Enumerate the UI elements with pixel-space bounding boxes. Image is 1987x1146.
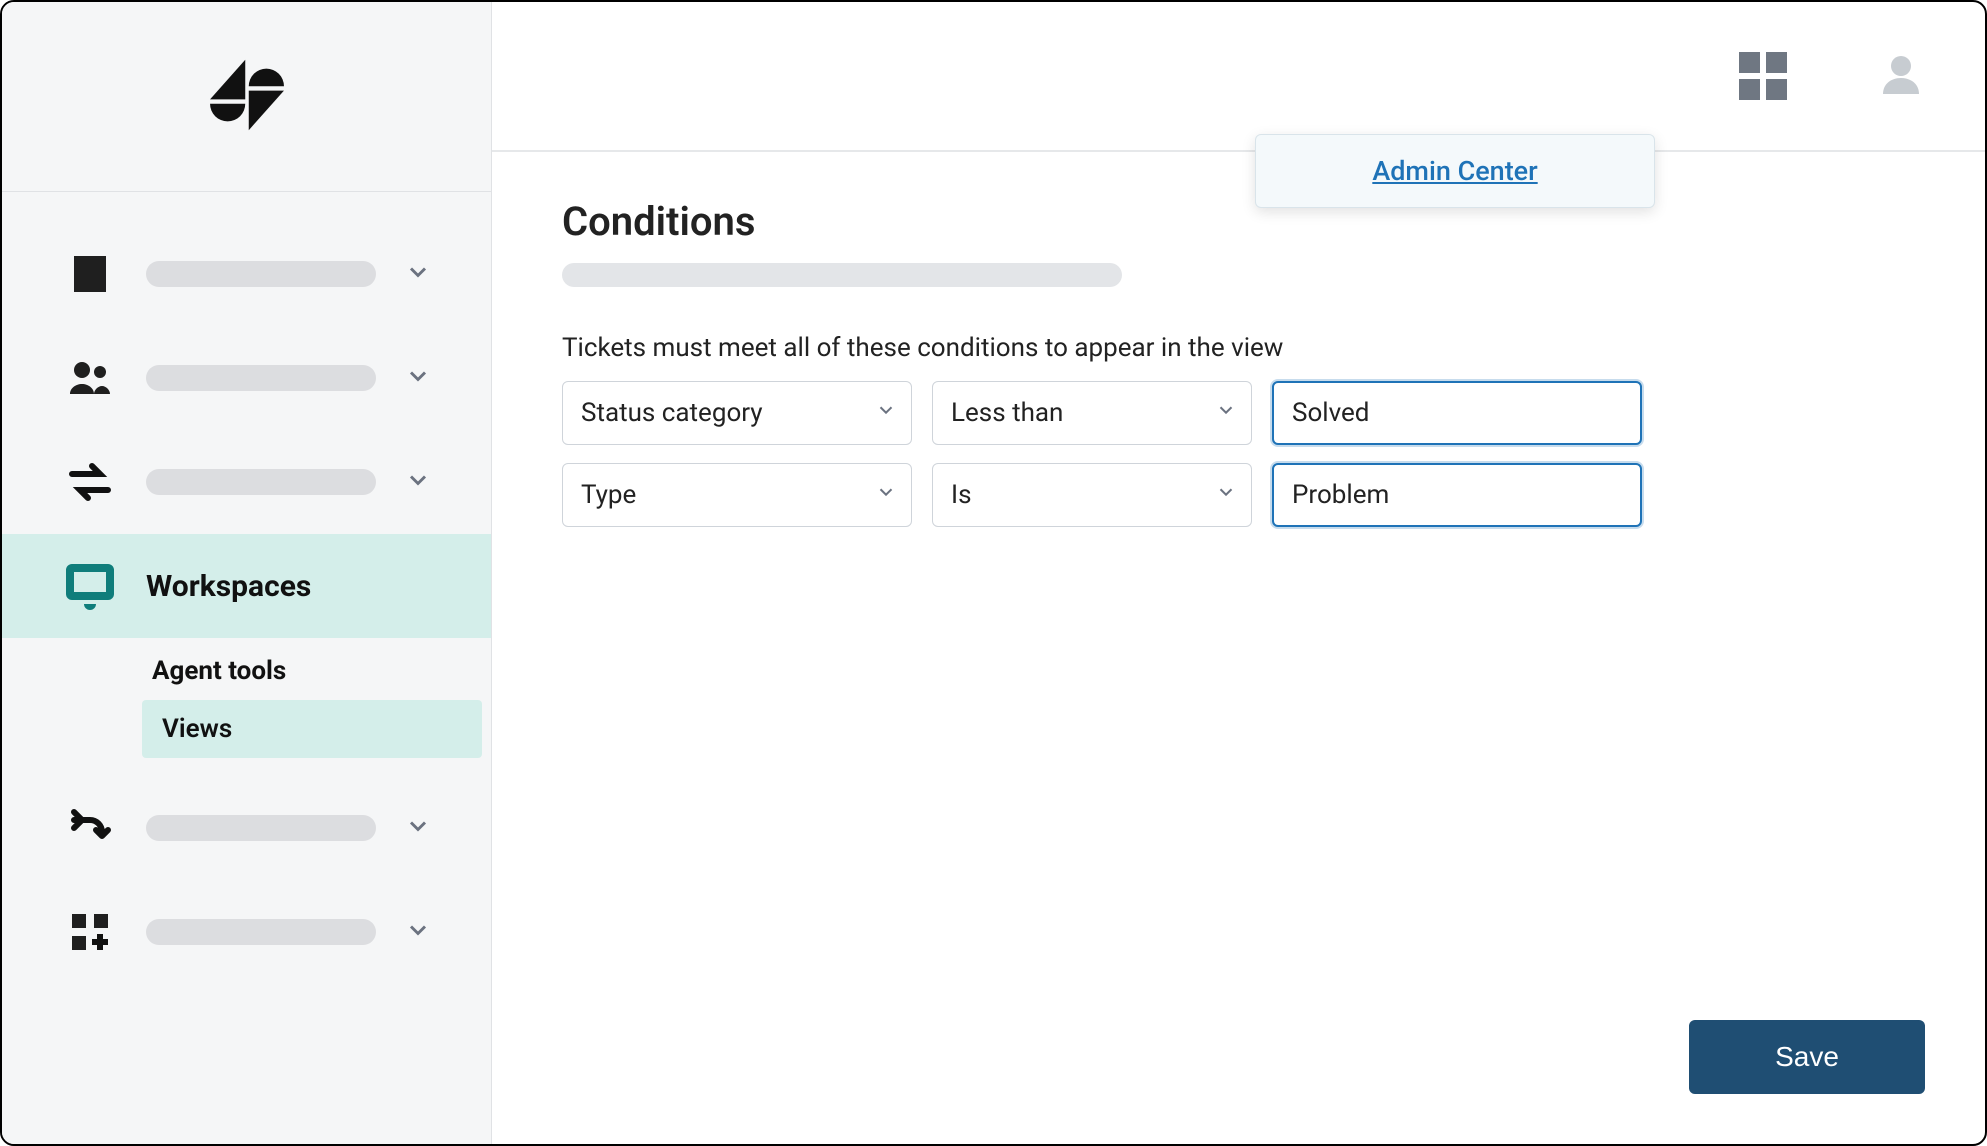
- sidebar-item-label: Workspaces: [146, 569, 461, 604]
- sidebar-item-workspaces[interactable]: Workspaces: [2, 534, 491, 638]
- placeholder-label: [146, 365, 376, 391]
- select-value: Type: [581, 480, 636, 510]
- chevron-down-icon: [404, 466, 432, 498]
- condition-operator-select[interactable]: Less than: [932, 381, 1252, 445]
- routing-icon: [62, 804, 118, 852]
- apps-add-icon: [62, 908, 118, 956]
- sidebar-item-people[interactable]: [2, 326, 491, 430]
- condition-value-select[interactable]: Solved: [1272, 381, 1642, 445]
- condition-field-select[interactable]: Status category: [562, 381, 912, 445]
- conditions-help-text: Tickets must meet all of these condition…: [562, 333, 1915, 363]
- monitor-icon: [62, 562, 118, 610]
- subnav-views[interactable]: Views: [142, 700, 482, 758]
- select-value: Is: [951, 480, 972, 510]
- chevron-down-icon: [404, 362, 432, 394]
- sidebar-item-routing[interactable]: [2, 776, 491, 880]
- products-menu-icon[interactable]: [1739, 52, 1787, 100]
- sidebar-item-channels[interactable]: [2, 430, 491, 534]
- subnav-agent-tools[interactable]: Agent tools: [2, 642, 491, 700]
- app-window: Workspaces Agent tools Views: [0, 0, 1987, 1146]
- placeholder-label: [146, 815, 376, 841]
- chevron-down-icon: [404, 258, 432, 290]
- building-icon: [62, 250, 118, 298]
- people-icon: [62, 354, 118, 402]
- placeholder-label: [146, 919, 376, 945]
- zendesk-logo-icon: [203, 51, 291, 143]
- chevron-down-icon: [875, 398, 897, 428]
- sidebar-item-account[interactable]: [2, 222, 491, 326]
- chevron-down-icon: [1215, 398, 1237, 428]
- user-avatar-icon[interactable]: [1877, 50, 1925, 102]
- logo-area: [2, 2, 491, 192]
- placeholder-label: [146, 261, 376, 287]
- sidebar-subnav: Agent tools Views: [2, 638, 491, 776]
- page-title: Conditions: [562, 198, 1915, 245]
- chevron-down-icon: [404, 916, 432, 948]
- description-placeholder: [562, 263, 1122, 287]
- condition-row: Status category Less than Solved: [562, 381, 1915, 445]
- main-area: Admin Center Conditions Tickets must mee…: [492, 2, 1985, 1144]
- chevron-down-icon: [404, 812, 432, 844]
- condition-value-select[interactable]: Problem: [1272, 463, 1642, 527]
- arrows-swap-icon: [62, 458, 118, 506]
- chevron-down-icon: [1215, 480, 1237, 510]
- condition-field-select[interactable]: Type: [562, 463, 912, 527]
- sidebar: Workspaces Agent tools Views: [2, 2, 492, 1144]
- sidebar-item-apps[interactable]: [2, 880, 491, 984]
- select-value: Problem: [1292, 480, 1389, 510]
- condition-row: Type Is Problem: [562, 463, 1915, 527]
- select-value: Status category: [581, 398, 763, 428]
- select-value: Less than: [951, 398, 1063, 428]
- condition-operator-select[interactable]: Is: [932, 463, 1252, 527]
- content: Conditions Tickets must meet all of thes…: [492, 152, 1985, 1144]
- chevron-down-icon: [875, 480, 897, 510]
- topbar: [492, 2, 1985, 152]
- select-value: Solved: [1292, 398, 1369, 428]
- save-button[interactable]: Save: [1689, 1020, 1925, 1094]
- placeholder-label: [146, 469, 376, 495]
- sidebar-nav: Workspaces Agent tools Views: [2, 192, 491, 984]
